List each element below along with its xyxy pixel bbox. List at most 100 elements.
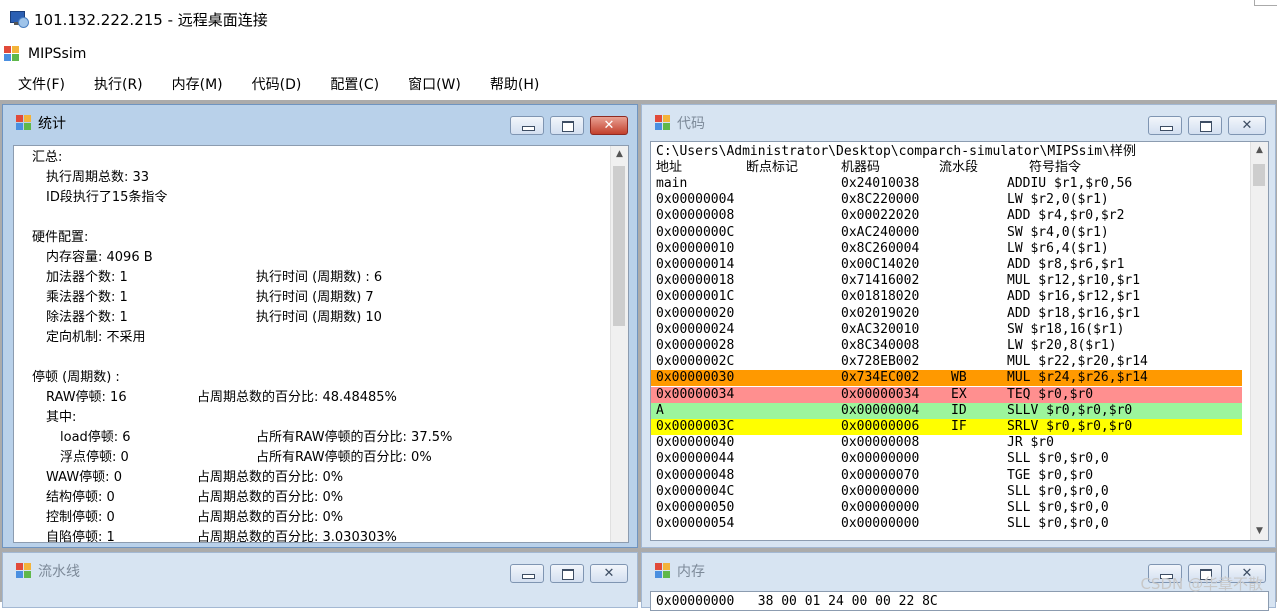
code-symbolic: SLL $r0,$r0,0	[1007, 500, 1109, 515]
code-row[interactable]: A 0x00000004 ID SLLV $r0,$r0,$r0	[651, 402, 1242, 419]
code-symbolic: TEQ $r0,$r0	[1007, 386, 1094, 402]
app-title: MIPSsim	[28, 46, 87, 62]
code-row[interactable]: 0x00000008 0x00022020 ADD $r4,$r0,$r2	[651, 208, 1242, 224]
maximize-button[interactable]	[1188, 116, 1222, 135]
code-row[interactable]: 0x0000000C 0xAC240000 SW $r4,0($r1)	[651, 225, 1242, 241]
code-addr: 0x00000018	[656, 273, 735, 289]
code-machine-code: 0x8C220000	[841, 192, 920, 208]
code-row[interactable]: 0x00000018 0x71416002 MUL $r12,$r10,$r1	[651, 273, 1242, 289]
scroll-up-icon[interactable]: ▲	[611, 146, 628, 163]
code-header: 地址 断点标记 机器码 流水段 符号指令	[651, 160, 1242, 176]
menu-run[interactable]: 执行(R)	[83, 71, 154, 99]
memory-panel: 0x00000000 38 00 01 24 00 00 22 8C	[650, 591, 1269, 611]
menu-config[interactable]: 配置(C)	[319, 71, 390, 99]
scroll-down-icon[interactable]: ▼	[1251, 523, 1268, 540]
code-row[interactable]: 0x00000028 0x8C340008 LW $r20,8($r1)	[651, 338, 1242, 354]
code-machine-code: 0x00000004	[841, 402, 920, 418]
code-row[interactable]: 0x00000010 0x8C260004 LW $r6,4($r1)	[651, 241, 1242, 257]
scroll-up-icon[interactable]: ▲	[1251, 142, 1268, 159]
code-row[interactable]: 0x00000024 0xAC320010 SW $r18,16($r1)	[651, 322, 1242, 338]
code-row[interactable]: 0x00000014 0x00C14020 ADD $r8,$r6,$r1	[651, 257, 1242, 273]
stats-raw-pct: 占周期总数的百分比: 48.48485%	[197, 390, 397, 405]
stats-hw-label: 硬件配置:	[32, 230, 89, 245]
code-symbolic: TGE $r0,$r0	[1007, 467, 1094, 483]
watermark: CSDN @华章不散	[1140, 575, 1263, 593]
code-machine-code: 0x734EC002	[841, 370, 920, 386]
menu-code[interactable]: 代码(D)	[241, 71, 313, 99]
code-row[interactable]: 0x0000003C 0x00000006 IF SRLV $r0,$r0,$r0	[651, 419, 1242, 435]
menu-bar: 文件(F) 执行(R) 内存(M) 代码(D) 配置(C) 窗口(W) 帮助(H…	[0, 70, 1277, 101]
col-header-stage: 流水段	[939, 160, 979, 175]
code-panel: C:\Users\Administrator\Desktop\comparch-…	[650, 141, 1269, 541]
menu-memory[interactable]: 内存(M)	[161, 71, 234, 99]
stats-self-pct: 占周期总数的百分比: 3.030303%	[197, 530, 397, 543]
code-symbolic: LW $r2,0($r1)	[1007, 192, 1109, 208]
code-row[interactable]: 0x00000004 0x8C220000 LW $r2,0($r1)	[651, 192, 1242, 208]
code-row[interactable]: 0x00000048 0x00000070 TGE $r0,$r0	[651, 468, 1242, 484]
stats-fp: 浮点停顿: 0	[60, 450, 129, 465]
code-addr: 0x0000004C	[656, 483, 735, 499]
close-icon: ✕	[603, 118, 615, 133]
maximize-button[interactable]	[550, 116, 584, 135]
maximize-icon	[562, 569, 574, 580]
code-row[interactable]: main 0x24010038 ADDIU $r1,$r0,56	[651, 176, 1242, 192]
code-row[interactable]: 0x00000030 0x734EC002 WB MUL $r24,$r26,$r14	[651, 370, 1242, 387]
code-symbolic: MUL $r12,$r10,$r1	[1007, 273, 1141, 289]
scrollbar-thumb[interactable]	[1253, 164, 1265, 186]
maximize-icon	[562, 121, 574, 132]
code-symbolic: LW $r20,8($r1)	[1007, 338, 1117, 353]
menu-file[interactable]: 文件(F)	[7, 71, 76, 99]
close-button[interactable]: ✕	[590, 116, 628, 135]
stats-struct: 结构停顿: 0	[46, 490, 115, 505]
close-button[interactable]: ✕	[590, 564, 628, 583]
stats-raw: RAW停顿: 16	[46, 390, 127, 405]
stats-window-title: 统计	[38, 116, 66, 132]
close-button[interactable]: ✕	[1228, 116, 1266, 135]
code-machine-code: 0x00000000	[841, 516, 920, 532]
code-machine-code: 0x00C14020	[841, 257, 920, 272]
code-symbolic: SRLV $r0,$r0,$r0	[1007, 419, 1133, 434]
code-row[interactable]: 0x0000002C 0x728EB002 MUL $r22,$r20,$r14	[651, 354, 1242, 370]
stats-self: 自陷停顿: 1	[46, 530, 115, 543]
code-row[interactable]: 0x0000004C 0x00000000 SLL $r0,$r0,0	[651, 484, 1242, 500]
code-window-titlebar[interactable]: 代码 ✕	[642, 105, 1275, 141]
code-machine-code: 0xAC240000	[841, 224, 920, 240]
minimize-button[interactable]	[1148, 116, 1182, 135]
code-machine-code: 0x00000006	[841, 419, 920, 434]
code-row[interactable]: 0x00000020 0x02019020 ADD $r18,$r16,$r1	[651, 306, 1242, 322]
stats-adder-time: 执行时间 (周期数) : 6	[256, 270, 383, 285]
code-machine-code: 0x728EB002	[841, 354, 920, 370]
remote-desktop-icon	[8, 9, 29, 29]
minimize-button[interactable]	[510, 116, 544, 135]
code-row[interactable]: 0x0000001C 0x01818020 ADD $r16,$r12,$r1	[651, 289, 1242, 305]
stats-adder-count: 加法器个数: 1	[46, 270, 128, 285]
stats-load: load停顿: 6	[60, 430, 131, 445]
window-app-icon	[16, 115, 32, 131]
code-row[interactable]: 0x00000050 0x00000000 SLL $r0,$r0,0	[651, 500, 1242, 516]
code-machine-code: 0x8C260004	[841, 240, 920, 256]
minimize-button[interactable]	[510, 564, 544, 583]
pipeline-window-titlebar[interactable]: 流水线 ✕	[3, 553, 637, 589]
code-addr: 0x00000054	[656, 516, 735, 532]
code-row[interactable]: 0x00000034 0x00000034 EX TEQ $r0,$r0	[651, 386, 1242, 403]
menu-window[interactable]: 窗口(W)	[397, 71, 472, 99]
code-row[interactable]: 0x00000040 0x00000008 JR $r0	[651, 435, 1242, 451]
code-symbolic: ADD $r16,$r12,$r1	[1007, 289, 1141, 305]
code-addr: main	[656, 176, 688, 191]
memory-window-title: 内存	[677, 564, 705, 580]
minimize-icon	[522, 126, 535, 131]
code-row[interactable]: 0x00000054 0x00000000 SLL $r0,$r0,0	[651, 516, 1242, 532]
menu-help[interactable]: 帮助(H)	[479, 71, 550, 99]
col-header-addr: 地址	[656, 160, 683, 175]
stats-window-titlebar[interactable]: 统计 ✕	[3, 105, 637, 141]
code-scrollbar[interactable]: ▲ ▼	[1250, 142, 1268, 540]
maximize-button[interactable]	[550, 564, 584, 583]
stats-scrollbar[interactable]: ▲	[610, 146, 628, 542]
code-symbolic: MUL $r24,$r26,$r14	[1007, 370, 1148, 386]
minimize-icon	[522, 574, 535, 579]
code-symbolic: SLL $r0,$r0,0	[1007, 516, 1109, 532]
code-addr: A	[656, 402, 664, 418]
code-row[interactable]: 0x00000044 0x00000000 SLL $r0,$r0,0	[651, 451, 1242, 467]
stats-load-pct: 占所有RAW停顿的百分比: 37.5%	[256, 430, 453, 445]
scrollbar-thumb[interactable]	[613, 166, 625, 326]
